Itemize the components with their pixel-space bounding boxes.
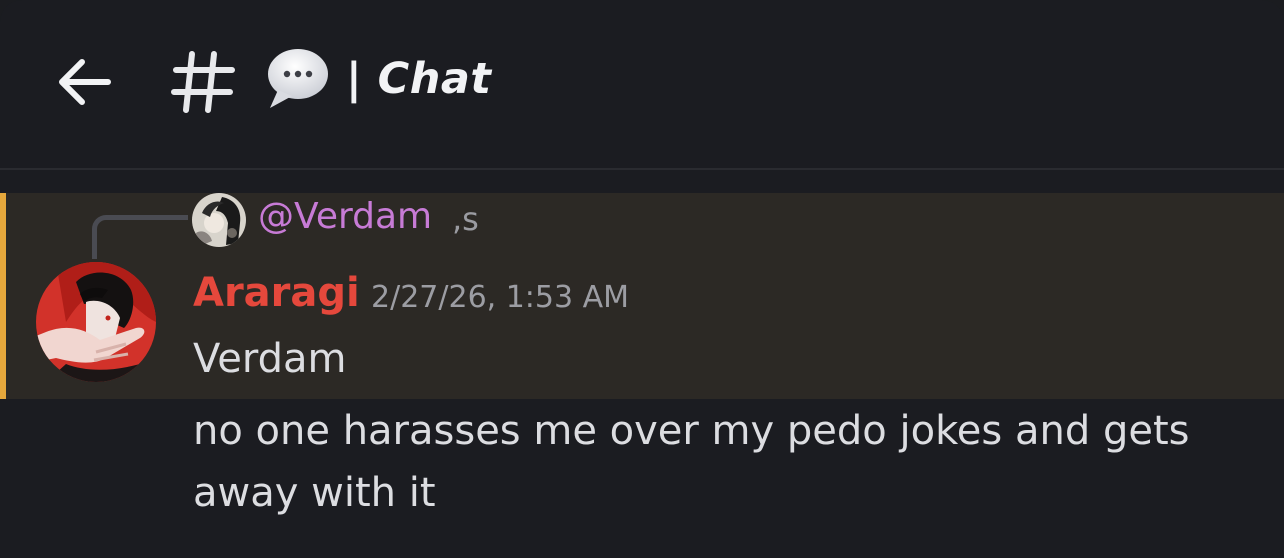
message-line[interactable]: away with it [193,470,436,516]
reply-preview[interactable]: ,s [452,200,479,238]
user-avatar-icon [36,262,156,382]
reply-connector [92,215,188,259]
header-divider [0,168,1284,170]
hash-icon [171,51,235,113]
channel-header: | Chat [0,0,1284,168]
arrow-left-icon [59,59,111,105]
reply-avatar[interactable] [192,193,246,247]
author-avatar[interactable] [36,262,156,382]
back-button[interactable] [52,52,116,112]
chat-window: | Chat @Verdam ,s Araragi 2/27/26, 1:53 … [0,0,1284,558]
message-line[interactable]: Verdam [193,336,346,382]
message-line[interactable]: no one harasses me over my pedo jokes an… [193,408,1189,454]
mention-highlight-bar [0,193,6,399]
channel-title: | Chat [346,54,492,104]
user-avatar-icon [192,193,246,247]
message-timestamp: 2/27/26, 1:53 AM [371,280,630,315]
reply-author-mention[interactable]: @Verdam [258,196,432,237]
speech-balloon-icon [268,49,328,108]
author-name[interactable]: Araragi [193,270,360,316]
